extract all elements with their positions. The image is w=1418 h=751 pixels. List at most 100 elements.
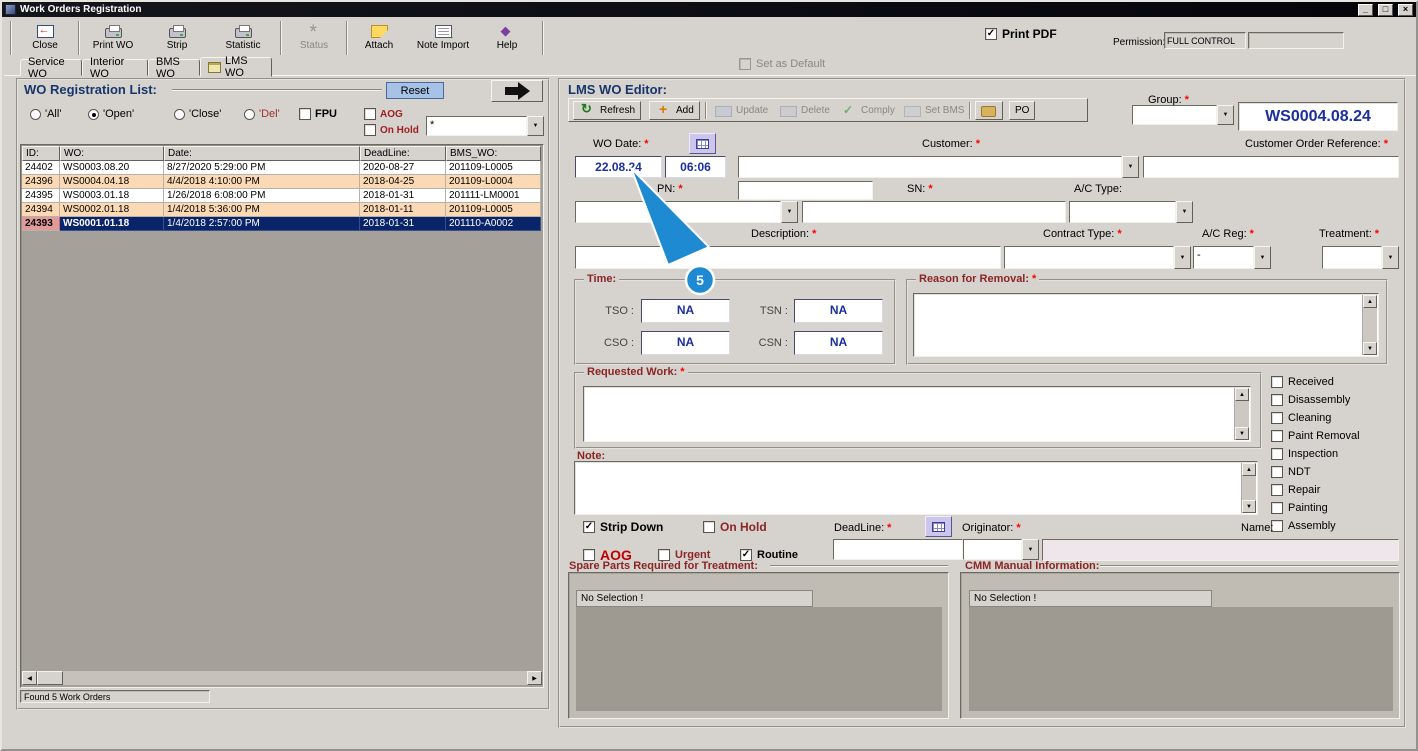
ac-reg-combobox[interactable]: - (1193, 246, 1271, 269)
refresh-button[interactable]: Refresh (573, 101, 642, 120)
radio-all-circle[interactable] (30, 108, 41, 120)
radio-del-circle[interactable] (244, 108, 255, 120)
wo-date-field[interactable]: 22.08.24 (575, 156, 662, 178)
tab-bms-wo[interactable]: BMS WO (148, 56, 200, 80)
on-hold-filter-checkbox-box[interactable] (364, 124, 376, 136)
table-cell-date[interactable]: 1/26/2018 6:08:00 PM (164, 189, 360, 203)
table-cell-date[interactable]: 1/4/2018 5:36:00 PM (164, 203, 360, 217)
scroll-right-arrow-icon[interactable]: ▶ (527, 671, 542, 685)
table-cell-id-selected[interactable]: 24393 (22, 217, 60, 231)
tab-interior-wo[interactable]: Interior WO (82, 56, 148, 80)
radio-all[interactable]: 'All' (30, 108, 61, 120)
scroll-up-arrow-icon[interactable]: ▲ (1363, 295, 1377, 308)
chevron-down-icon[interactable] (781, 201, 798, 223)
tsn-field[interactable]: NA (794, 299, 883, 323)
assembly-checkbox[interactable]: Assembly (1271, 517, 1401, 535)
treatment-combobox[interactable] (1322, 246, 1399, 269)
fpu-checkbox-box[interactable] (299, 108, 311, 120)
po-button[interactable]: PO (1009, 101, 1036, 120)
painting-checkbox-box[interactable] (1271, 502, 1283, 514)
cleaning-checkbox[interactable]: Cleaning (1271, 409, 1401, 427)
print-pdf-checkbox-box[interactable] (985, 28, 997, 40)
radio-open-circle[interactable] (88, 108, 99, 120)
wo-filter-combobox[interactable]: * (426, 116, 544, 136)
radio-close[interactable]: 'Close' (174, 108, 221, 120)
table-cell-deadline[interactable]: 2018-04-25 (360, 175, 446, 189)
table-cell-bms-wo[interactable]: 201109-L0005 (446, 203, 541, 217)
chevron-down-icon[interactable] (1174, 246, 1191, 269)
print-wo-button[interactable]: Print WO (82, 19, 144, 56)
repair-checkbox-box[interactable] (1271, 484, 1283, 496)
chevron-down-icon[interactable] (527, 116, 544, 136)
pn-combobox[interactable] (575, 201, 798, 223)
vertical-scrollbar[interactable]: ▲ ▼ (1362, 295, 1377, 355)
tso-field[interactable]: NA (641, 299, 730, 323)
table-cell-bms-wo-selected[interactable]: 201110-A0002 (446, 217, 541, 231)
inspection-checkbox[interactable]: Inspection (1271, 445, 1401, 463)
table-cell-deadline[interactable]: 2018-01-31 (360, 189, 446, 203)
column-header-wo[interactable]: WO: (60, 146, 164, 161)
received-checkbox-box[interactable] (1271, 376, 1283, 388)
ndt-checkbox[interactable]: NDT (1271, 463, 1401, 481)
wo-time-field[interactable]: 06:06 (665, 156, 726, 178)
add-button[interactable]: Add (649, 101, 700, 120)
table-cell-wo[interactable]: WS0002.01.18 (60, 203, 164, 217)
table-cell-bms-wo[interactable]: 201109-L0004 (446, 175, 541, 189)
vertical-scrollbar[interactable]: ▲ ▼ (1241, 463, 1256, 513)
table-cell-date-selected[interactable]: 1/4/2018 2:57:00 PM (164, 217, 360, 231)
csn-field[interactable]: NA (794, 331, 883, 355)
on-hold-filter-checkbox[interactable]: On Hold (364, 124, 419, 136)
table-cell-wo-selected[interactable]: WS0001.01.18 (60, 217, 164, 231)
radio-del[interactable]: 'Del' (244, 108, 280, 120)
scroll-up-arrow-icon[interactable]: ▲ (1235, 388, 1249, 401)
repair-checkbox[interactable]: Repair (1271, 481, 1401, 499)
contract-type-combobox[interactable] (1004, 246, 1191, 269)
reset-button[interactable]: Reset (386, 82, 444, 99)
note-import-button[interactable]: Note Import (411, 19, 475, 56)
table-cell-id[interactable]: 24396 (22, 175, 60, 189)
table-cell-id[interactable]: 24394 (22, 203, 60, 217)
painting-checkbox[interactable]: Painting (1271, 499, 1401, 517)
scroll-up-arrow-icon[interactable]: ▲ (1242, 463, 1256, 476)
radio-open[interactable]: 'Open' (88, 108, 134, 120)
column-header-date[interactable]: Date: (164, 146, 360, 161)
horizontal-scrollbar[interactable]: ◀ ▶ (22, 671, 542, 685)
stamp-button[interactable] (975, 101, 1003, 120)
column-header-bms-wo[interactable]: BMS_WO: (446, 146, 541, 161)
chevron-down-icon[interactable] (1122, 156, 1139, 178)
table-cell-bms-wo[interactable]: 201111-LM0001 (446, 189, 541, 203)
scroll-left-arrow-icon[interactable]: ◀ (22, 671, 37, 685)
on-hold-checkbox[interactable]: On Hold (703, 520, 767, 534)
fpu-checkbox[interactable]: FPU (299, 108, 337, 120)
minimize-button[interactable]: _ (1358, 3, 1373, 16)
table-cell-deadline[interactable]: 2018-01-11 (360, 203, 446, 217)
cleaning-checkbox-box[interactable] (1271, 412, 1283, 424)
requested-work-textarea[interactable]: ▲ ▼ (583, 386, 1251, 442)
table-cell-deadline[interactable]: 2020-08-27 (360, 161, 446, 175)
table-cell-wo[interactable]: WS0003.08.20 (60, 161, 164, 175)
strip-down-checkbox[interactable]: Strip Down (583, 520, 663, 534)
deadline-field[interactable] (833, 539, 963, 560)
radio-close-circle[interactable] (174, 108, 185, 120)
table-cell-date[interactable]: 8/27/2020 5:29:00 PM (164, 161, 360, 175)
note-textarea[interactable]: ▲ ▼ (574, 461, 1258, 515)
scroll-down-arrow-icon[interactable]: ▼ (1242, 500, 1256, 513)
paint-removal-checkbox-box[interactable] (1271, 430, 1283, 442)
reason-for-removal-textarea[interactable]: ▲ ▼ (913, 293, 1379, 357)
disassembly-checkbox-box[interactable] (1271, 394, 1283, 406)
strip-down-checkbox-box[interactable] (583, 521, 595, 533)
table-cell-deadline-selected[interactable]: 2018-01-31 (360, 217, 446, 231)
table-cell-wo[interactable]: WS0004.04.18 (60, 175, 164, 189)
tab-service-wo[interactable]: Service WO (20, 56, 82, 80)
customer-combobox[interactable] (738, 156, 1139, 178)
close-button[interactable]: Close (14, 19, 76, 56)
chevron-down-icon[interactable] (1176, 201, 1193, 223)
paint-removal-checkbox[interactable]: Paint Removal (1271, 427, 1401, 445)
received-checkbox[interactable]: Received (1271, 373, 1401, 391)
ac-type-combobox[interactable] (1069, 201, 1193, 223)
tab-lms-wo[interactable]: LMS WO (200, 55, 272, 79)
aog-filter-checkbox[interactable]: AOG (364, 108, 403, 120)
scroll-down-arrow-icon[interactable]: ▼ (1235, 427, 1249, 440)
chevron-down-icon[interactable] (1022, 539, 1039, 560)
table-cell-id[interactable]: 24402 (22, 161, 60, 175)
